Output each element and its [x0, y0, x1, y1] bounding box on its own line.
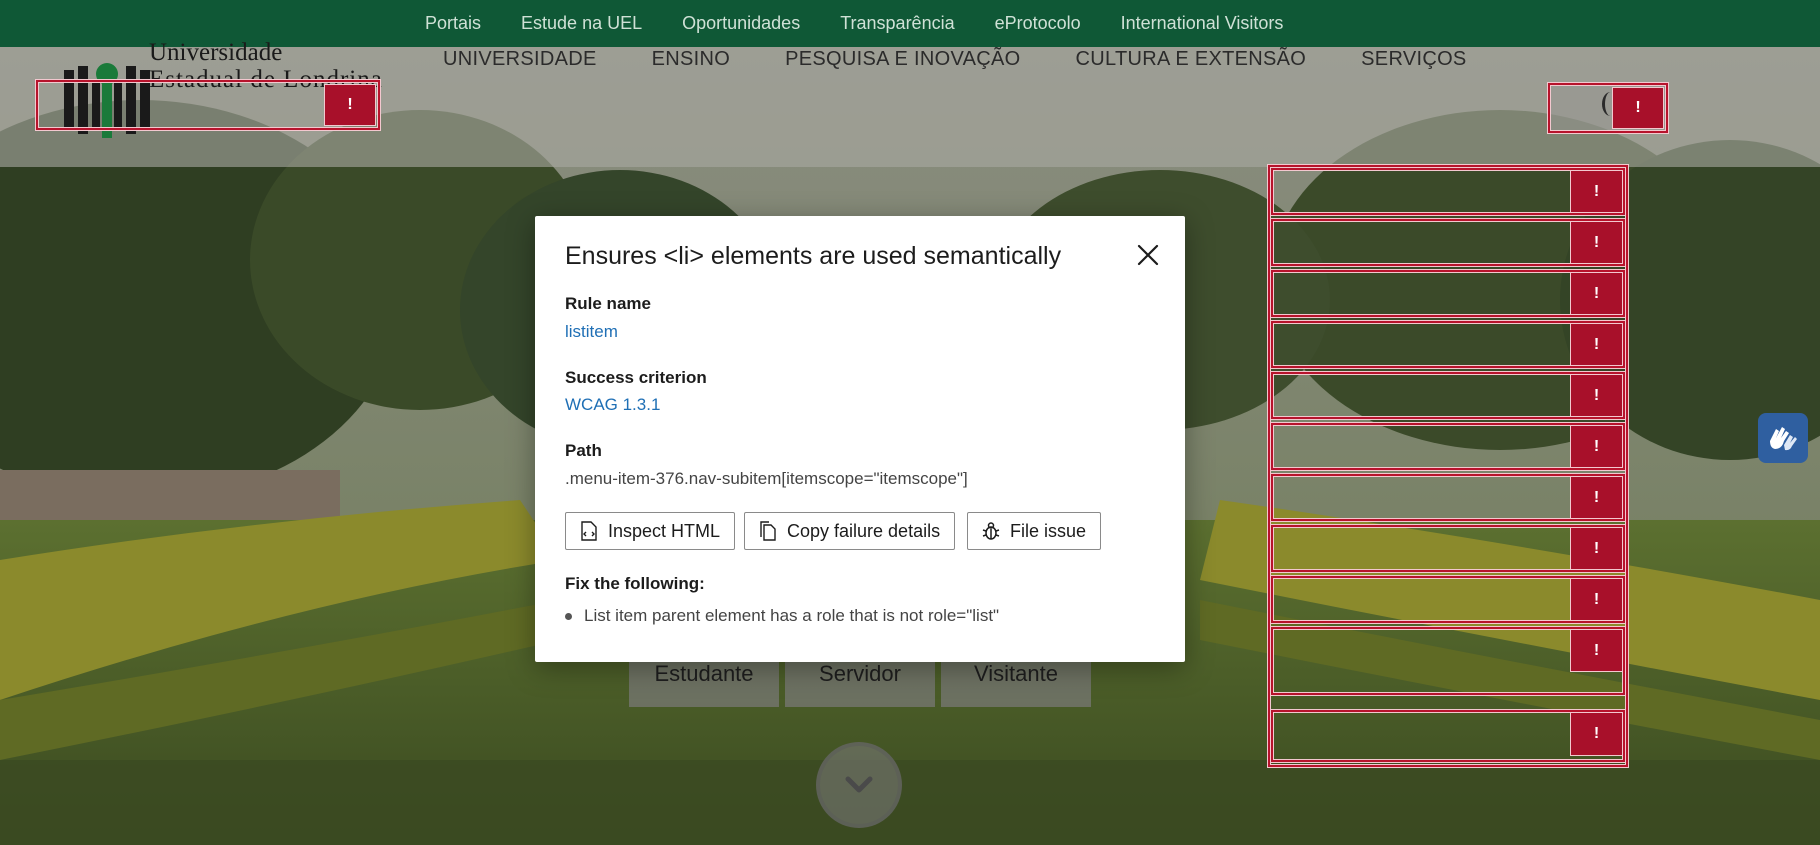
inspect-html-label: Inspect HTML — [608, 520, 721, 541]
top-utility-links: Portais Estude na UEL Oportunidades Tran… — [425, 0, 1283, 47]
rule-name-link[interactable]: listitem — [565, 322, 618, 342]
path-value: .menu-item-376.nav-subitem[itemscope="it… — [565, 469, 968, 488]
list-item-failure-flag[interactable]: ! — [1570, 170, 1623, 213]
path-label: Path — [565, 441, 602, 460]
nav-item-servicos[interactable]: SERVIÇOS — [1361, 48, 1466, 71]
fix-list-item: List item parent element has a role that… — [565, 606, 999, 626]
inspect-document-icon — [581, 521, 597, 541]
topbar-link-transparencia[interactable]: Transparência — [840, 13, 954, 34]
nav-item-cultura[interactable]: CULTURA E EXTENSÃO — [1076, 48, 1307, 71]
sign-language-widget[interactable] — [1758, 413, 1808, 463]
list-item-failure-flag[interactable]: ! — [1570, 629, 1623, 672]
success-criterion-label: Success criterion — [565, 368, 707, 387]
topbar-link-estude[interactable]: Estude na UEL — [521, 13, 642, 34]
list-item-failure-flag[interactable]: ! — [1570, 221, 1623, 264]
copy-failure-details-button[interactable]: Copy failure details — [744, 512, 956, 550]
bullet-dot — [565, 612, 572, 620]
search-failure-flag[interactable]: ! — [1612, 87, 1664, 129]
list-item-failure-flag[interactable]: ! — [1570, 425, 1623, 468]
fix-item-text: List item parent element has a role that… — [584, 606, 1000, 625]
list-item-failure-flag[interactable]: ! — [1570, 374, 1623, 417]
bug-icon — [982, 522, 1000, 540]
file-issue-button[interactable]: File issue — [967, 512, 1102, 550]
list-item-failure-flag[interactable]: ! — [1570, 527, 1623, 570]
list-item-failure-flag[interactable]: ! — [1570, 476, 1623, 519]
failure-details-dialog: Ensures <li> elements are used semantica… — [535, 216, 1185, 662]
list-item-failure-flag[interactable]: ! — [1570, 323, 1623, 366]
inspect-html-button[interactable]: Inspect HTML — [565, 512, 736, 550]
topbar-link-international[interactable]: International Visitors — [1121, 13, 1284, 34]
menu-item-failure-list: ! ! ! ! ! ! ! ! ! ! ! — [1268, 165, 1628, 767]
nav-item-ensino[interactable]: ENSINO — [652, 48, 730, 71]
topbar-link-oportunidades[interactable]: Oportunidades — [682, 13, 800, 34]
list-item-failure-flag[interactable]: ! — [1570, 712, 1623, 756]
logo-text-line1: Universidade — [149, 39, 283, 66]
close-icon[interactable] — [1135, 242, 1161, 268]
nav-item-universidade[interactable]: UNIVERSIDADE — [443, 48, 597, 71]
nav-item-pesquisa[interactable]: PESQUISA E INOVAÇÃO — [785, 48, 1020, 71]
copy-icon — [760, 521, 776, 541]
topbar-link-eprotocolo[interactable]: eProtocolo — [995, 13, 1081, 34]
dialog-title: Ensures <li> elements are used semantica… — [565, 242, 1062, 270]
list-item-failure-flag[interactable]: ! — [1570, 272, 1623, 315]
copy-failure-details-label: Copy failure details — [787, 520, 941, 541]
chevron-down-icon — [845, 776, 873, 793]
sign-language-hands-icon — [1770, 427, 1797, 451]
rule-name-label: Rule name — [565, 294, 651, 313]
success-criterion-link[interactable]: WCAG 1.3.1 — [565, 395, 660, 415]
list-item-failure-flag[interactable]: ! — [1570, 578, 1623, 621]
logo-failure-flag[interactable]: ! — [324, 84, 376, 126]
topbar-link-portais[interactable]: Portais — [425, 13, 481, 34]
main-navigation: UNIVERSIDADE ENSINO PESQUISA E INOVAÇÃO … — [443, 48, 1467, 71]
scroll-down-button[interactable] — [816, 742, 902, 828]
fix-following-label: Fix the following: — [565, 574, 705, 593]
file-issue-label: File issue — [1010, 520, 1087, 541]
